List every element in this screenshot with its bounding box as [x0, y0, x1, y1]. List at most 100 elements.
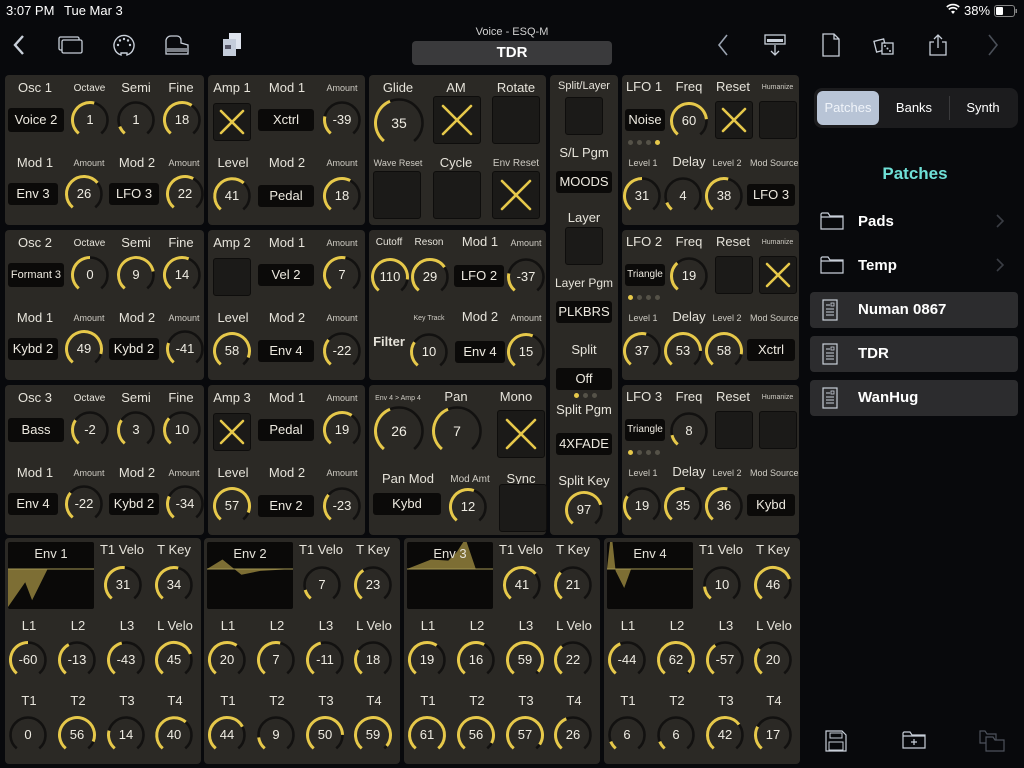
semi-knob[interactable]: 3: [116, 410, 156, 450]
lfo-humanize-toggle[interactable]: [759, 256, 797, 294]
patch-item[interactable]: WanHug: [810, 380, 1018, 416]
mod2-amount-knob[interactable]: -23: [322, 486, 362, 526]
t3-knob[interactable]: 42: [705, 715, 745, 755]
lfo-level2-knob[interactable]: 36: [704, 486, 744, 526]
layer-program-select[interactable]: PLKBRS: [556, 301, 612, 323]
tab-patches[interactable]: Patches: [817, 91, 879, 125]
previous-chevron-icon[interactable]: [710, 32, 736, 58]
rotate-toggle[interactable]: [492, 96, 540, 144]
level-knob[interactable]: 41: [212, 176, 252, 216]
tab-synth[interactable]: Synth: [952, 91, 1014, 125]
t4-knob[interactable]: 17: [753, 715, 793, 755]
mod1-source-select[interactable]: Pedal: [258, 419, 314, 441]
l3-knob[interactable]: -57: [705, 640, 745, 680]
lfo-level1-knob[interactable]: 37: [622, 331, 662, 371]
share-icon[interactable]: [925, 32, 951, 58]
lfo-level1-knob[interactable]: 19: [622, 486, 662, 526]
patch-item[interactable]: TDR: [810, 336, 1018, 372]
octave-knob[interactable]: -2: [70, 410, 110, 450]
mod2-source-select[interactable]: Pedal: [258, 185, 314, 207]
split-mode-select[interactable]: Off: [556, 368, 612, 390]
windows-icon[interactable]: [57, 32, 83, 58]
l1-knob[interactable]: -60: [8, 640, 48, 680]
mod1-amount-knob[interactable]: 26: [64, 174, 104, 214]
l3-knob[interactable]: 59: [505, 640, 545, 680]
mod1-amount-knob[interactable]: -22: [64, 484, 104, 524]
mod2-source-select[interactable]: Env 4: [258, 340, 314, 362]
lfo-mod-source-select[interactable]: LFO 3: [747, 184, 795, 206]
glide-knob[interactable]: 35: [373, 97, 425, 149]
t3-knob[interactable]: 14: [106, 715, 146, 755]
l1-knob[interactable]: -44: [607, 640, 647, 680]
lvelo-knob[interactable]: 18: [353, 640, 393, 680]
folder-item[interactable]: Temp: [810, 248, 1018, 284]
t-key-knob[interactable]: 23: [353, 565, 393, 605]
t1-knob[interactable]: 0: [8, 715, 48, 755]
env4-amp4-knob[interactable]: 26: [373, 405, 425, 457]
t3-knob[interactable]: 57: [505, 715, 545, 755]
fine-knob[interactable]: 14: [162, 255, 202, 295]
lvelo-knob[interactable]: 45: [154, 640, 194, 680]
mod1-amount-knob[interactable]: -39: [322, 100, 362, 140]
t4-knob[interactable]: 59: [353, 715, 393, 755]
move-folder-icon[interactable]: [979, 730, 1005, 757]
t-key-knob[interactable]: 46: [753, 565, 793, 605]
l3-knob[interactable]: -43: [106, 640, 146, 680]
new-document-icon[interactable]: [818, 32, 844, 58]
split-program-select[interactable]: 4XFADE: [556, 433, 612, 455]
split-key-knob[interactable]: 97: [564, 490, 604, 530]
key-track-knob[interactable]: 10: [409, 332, 449, 372]
resonance-knob[interactable]: 29: [410, 257, 450, 297]
pan-mod-amount-knob[interactable]: 12: [448, 487, 488, 527]
t1-knob[interactable]: 61: [407, 715, 447, 755]
t2-knob[interactable]: 6: [656, 715, 696, 755]
lvelo-knob[interactable]: 22: [553, 640, 593, 680]
lfo-waveform-select[interactable]: Triangle: [625, 264, 665, 286]
am-toggle[interactable]: [433, 96, 481, 144]
wave-reset-toggle[interactable]: [373, 171, 421, 219]
t4-knob[interactable]: 26: [553, 715, 593, 755]
lfo-freq-knob[interactable]: 19: [669, 256, 709, 296]
filter-mod1-select[interactable]: LFO 2: [454, 265, 504, 287]
lfo-reset-toggle[interactable]: [715, 411, 753, 449]
mod1-source-select[interactable]: Vel 2: [258, 264, 314, 286]
midi-din-icon[interactable]: [111, 32, 137, 58]
folder-item[interactable]: Pads: [810, 204, 1018, 240]
t1-velo-knob[interactable]: 41: [502, 565, 542, 605]
filter-mod2-select[interactable]: Env 4: [455, 341, 505, 363]
mod2-source-select[interactable]: Kybd 2: [109, 338, 159, 360]
next-chevron-icon[interactable]: [980, 32, 1006, 58]
octave-knob[interactable]: 1: [70, 100, 110, 140]
mod1-source-select[interactable]: Kybd 2: [8, 338, 58, 360]
mod2-amount-knob[interactable]: -34: [165, 484, 205, 524]
lfo-reset-toggle[interactable]: [715, 256, 753, 294]
mod1-amount-knob[interactable]: 7: [322, 255, 362, 295]
t1-knob[interactable]: 44: [207, 715, 247, 755]
level-knob[interactable]: 57: [212, 486, 252, 526]
documents-icon[interactable]: [219, 32, 245, 58]
lfo-humanize-toggle[interactable]: [759, 411, 797, 449]
l3-knob[interactable]: -11: [305, 640, 345, 680]
mod2-amount-knob[interactable]: 18: [322, 176, 362, 216]
l1-knob[interactable]: 19: [407, 640, 447, 680]
patch-title[interactable]: TDR: [412, 41, 612, 65]
layer-toggle[interactable]: [565, 227, 603, 265]
lfo-delay-knob[interactable]: 4: [663, 176, 703, 216]
fine-knob[interactable]: 10: [162, 410, 202, 450]
waveform-select[interactable]: Voice 2: [8, 108, 64, 132]
env-reset-toggle[interactable]: [492, 171, 540, 219]
lfo-reset-toggle[interactable]: [715, 101, 753, 139]
t4-knob[interactable]: 40: [154, 715, 194, 755]
mod1-source-select[interactable]: Env 4: [8, 493, 58, 515]
filter-mod1-amount-knob[interactable]: -37: [506, 257, 546, 297]
mod2-source-select[interactable]: Kybd 2: [109, 493, 159, 515]
l2-knob[interactable]: 7: [256, 640, 296, 680]
t-key-knob[interactable]: 34: [154, 565, 194, 605]
patch-item[interactable]: Numan 0867: [810, 292, 1018, 328]
amp-enable-toggle[interactable]: [213, 413, 251, 451]
lfo-level2-knob[interactable]: 58: [704, 331, 744, 371]
amp-enable-toggle[interactable]: [213, 258, 251, 296]
semi-knob[interactable]: 9: [116, 255, 156, 295]
lfo-mod-source-select[interactable]: Kybd: [747, 494, 795, 516]
keyboard-download-icon[interactable]: [762, 32, 788, 58]
